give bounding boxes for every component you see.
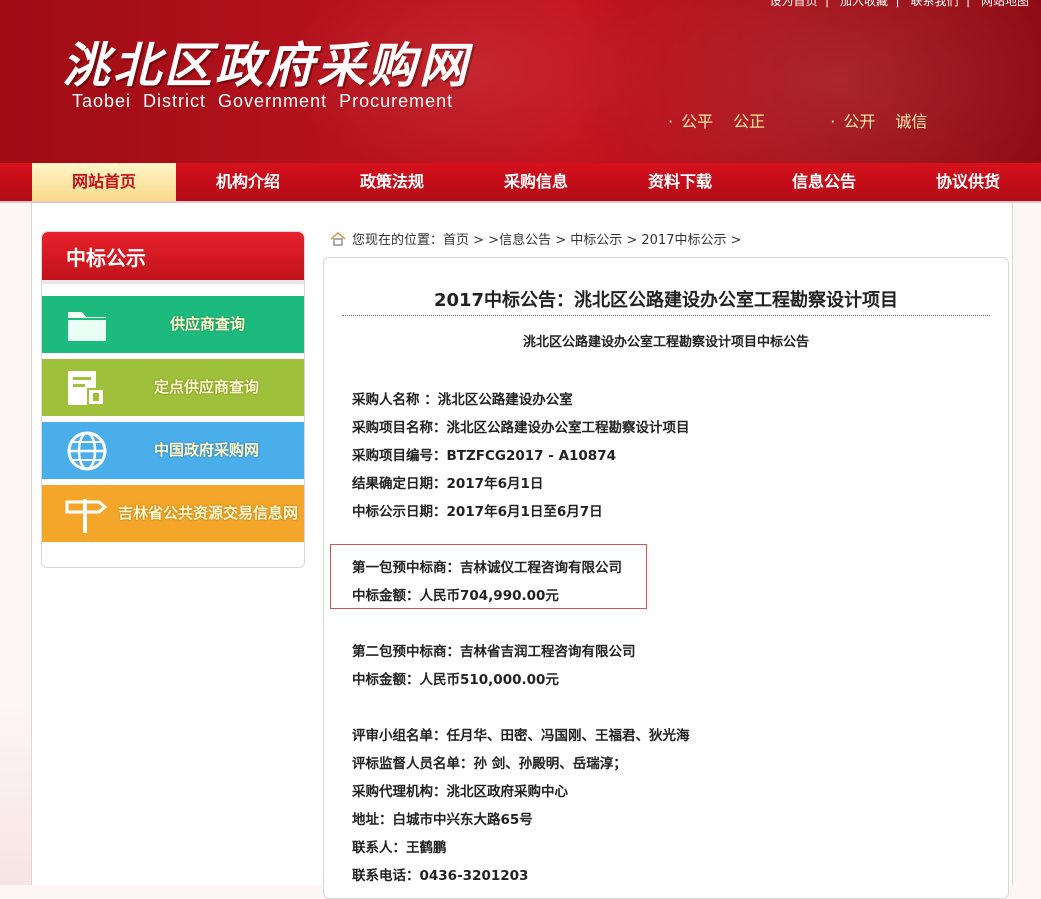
- folder-icon: [68, 312, 106, 341]
- tile-designated-supplier-query[interactable]: 定点供应商查询: [42, 359, 304, 416]
- tile-label: 中国政府采购网: [154, 441, 260, 459]
- top-link-home[interactable]: 设为首页: [770, 0, 818, 8]
- document-lock-icon: [68, 371, 105, 406]
- slogan-just: 公正: [733, 112, 766, 131]
- supervisors: 评标监督人员名单：孙 剑、孙殿明、岳瑞淳；: [352, 756, 627, 772]
- tile-label: 供应商查询: [170, 315, 246, 333]
- result-date: 结果确定日期：2017年6月1日: [352, 476, 544, 492]
- top-link-favorite[interactable]: 加入收藏: [840, 0, 888, 8]
- publicity-period: 中标公示日期：2017年6月1日至6月7日: [352, 504, 603, 520]
- site-header: 设为首页 | 加入收藏 | 联系我们 | 网站地图 洮北区政府采购网 Taobei D…: [0, 0, 1041, 163]
- slogan-open: 公开: [843, 112, 876, 131]
- article-panel: 2017中标公告：洮北区公路建设办公室工程勘察设计项目 洮北区公路建设办公室工程…: [323, 257, 1009, 899]
- top-link-contact[interactable]: 联系我们: [911, 0, 959, 8]
- project-name: 采购项目名称：洮北区公路建设办公室工程勘察设计项目: [352, 420, 690, 436]
- tile-china-gov-procurement[interactable]: 中国政府采购网: [42, 422, 304, 479]
- sidebar-title: 中标公示: [66, 246, 146, 270]
- package-2-amount: 中标金额：人民币510,000.00元: [352, 672, 559, 688]
- site-subtitle: Taobei District Government Procurement: [72, 91, 454, 111]
- nav-item-home[interactable]: 网站首页: [32, 163, 176, 201]
- contact-phone: 联系电话：0436-3201203: [352, 868, 529, 884]
- tile-jilin-public-resource[interactable]: 吉林省公共资源交易信息网: [42, 485, 304, 542]
- home-icon: [330, 232, 346, 246]
- slogan-fair: 公平: [681, 112, 714, 131]
- top-link-sitemap[interactable]: 网站地图: [981, 0, 1029, 8]
- breadcrumb: 您现在的位置：首页 > >信息公告 > 中标公示 > 2017中标公示 >: [330, 229, 742, 248]
- globe-icon: [67, 431, 107, 471]
- page-side-background: [0, 700, 31, 885]
- slogans: · 公平 公正 · 公开 诚信: [668, 112, 928, 131]
- nav-item-about[interactable]: 机构介绍: [176, 163, 320, 201]
- agency: 采购代理机构：洮北区政府采购中心: [352, 784, 568, 800]
- slogan-integrity: 诚信: [895, 112, 928, 131]
- review-panel: 评审小组名单：任月华、田密、冯国刚、王福君、狄光海: [352, 728, 690, 744]
- project-number: 采购项目编号：BTZFCG2017 - A10874: [352, 448, 616, 464]
- purchaser-name: 采购人名称 ：洮北区公路建设办公室: [352, 392, 573, 408]
- nav-item-policy[interactable]: 政策法规: [320, 163, 464, 201]
- tile-supplier-query[interactable]: 供应商查询: [42, 296, 304, 353]
- package-2-winner: 第二包预中标商：吉林省吉润工程咨询有限公司: [352, 644, 636, 660]
- nav-item-downloads[interactable]: 资料下载: [608, 163, 752, 201]
- breadcrumb-prefix: 您现在的位置：: [352, 233, 444, 248]
- tile-label: 吉林省公共资源交易信息网: [118, 504, 299, 522]
- package-1-amount: 中标金额：人民币704,990.00元: [352, 588, 559, 604]
- top-links: 设为首页 | 加入收藏 | 联系我们 | 网站地图: [762, 0, 1029, 9]
- package-1-winner: 第一包预中标商：吉林诚仪工程咨询有限公司: [352, 560, 622, 576]
- main-nav: 网站首页 机构介绍 政策法规 采购信息 资料下载 信息公告 协议供货: [0, 163, 1041, 203]
- nav-item-announcements[interactable]: 信息公告: [752, 163, 896, 201]
- nav-item-agreement-supply[interactable]: 协议供货: [896, 163, 1040, 201]
- nav-item-procurement-info[interactable]: 采购信息: [464, 163, 608, 201]
- address: 地址：白城市中兴东大路65号: [352, 812, 533, 828]
- contact-person: 联系人：王鹤鹏: [352, 840, 447, 856]
- article-title: 2017中标公告：洮北区公路建设办公室工程勘察设计项目: [433, 290, 899, 311]
- tile-label: 定点供应商查询: [154, 378, 260, 396]
- title-divider: [342, 315, 990, 316]
- breadcrumb-path[interactable]: 首页 > >信息公告 > 中标公示 > 2017中标公示 >: [443, 233, 741, 248]
- site-title: 洮北区政府采购网: [62, 38, 471, 94]
- sidebar-header: 中标公示: [42, 232, 304, 284]
- sidebar: 中标公示 供应商查询 定点供应商查询 中国政府采购网 吉林省公共资源交易信息网: [41, 231, 305, 568]
- article-subtitle: 洮北区公路建设办公室工程勘察设计项目中标公告: [522, 335, 809, 350]
- signpost-icon: [65, 499, 108, 533]
